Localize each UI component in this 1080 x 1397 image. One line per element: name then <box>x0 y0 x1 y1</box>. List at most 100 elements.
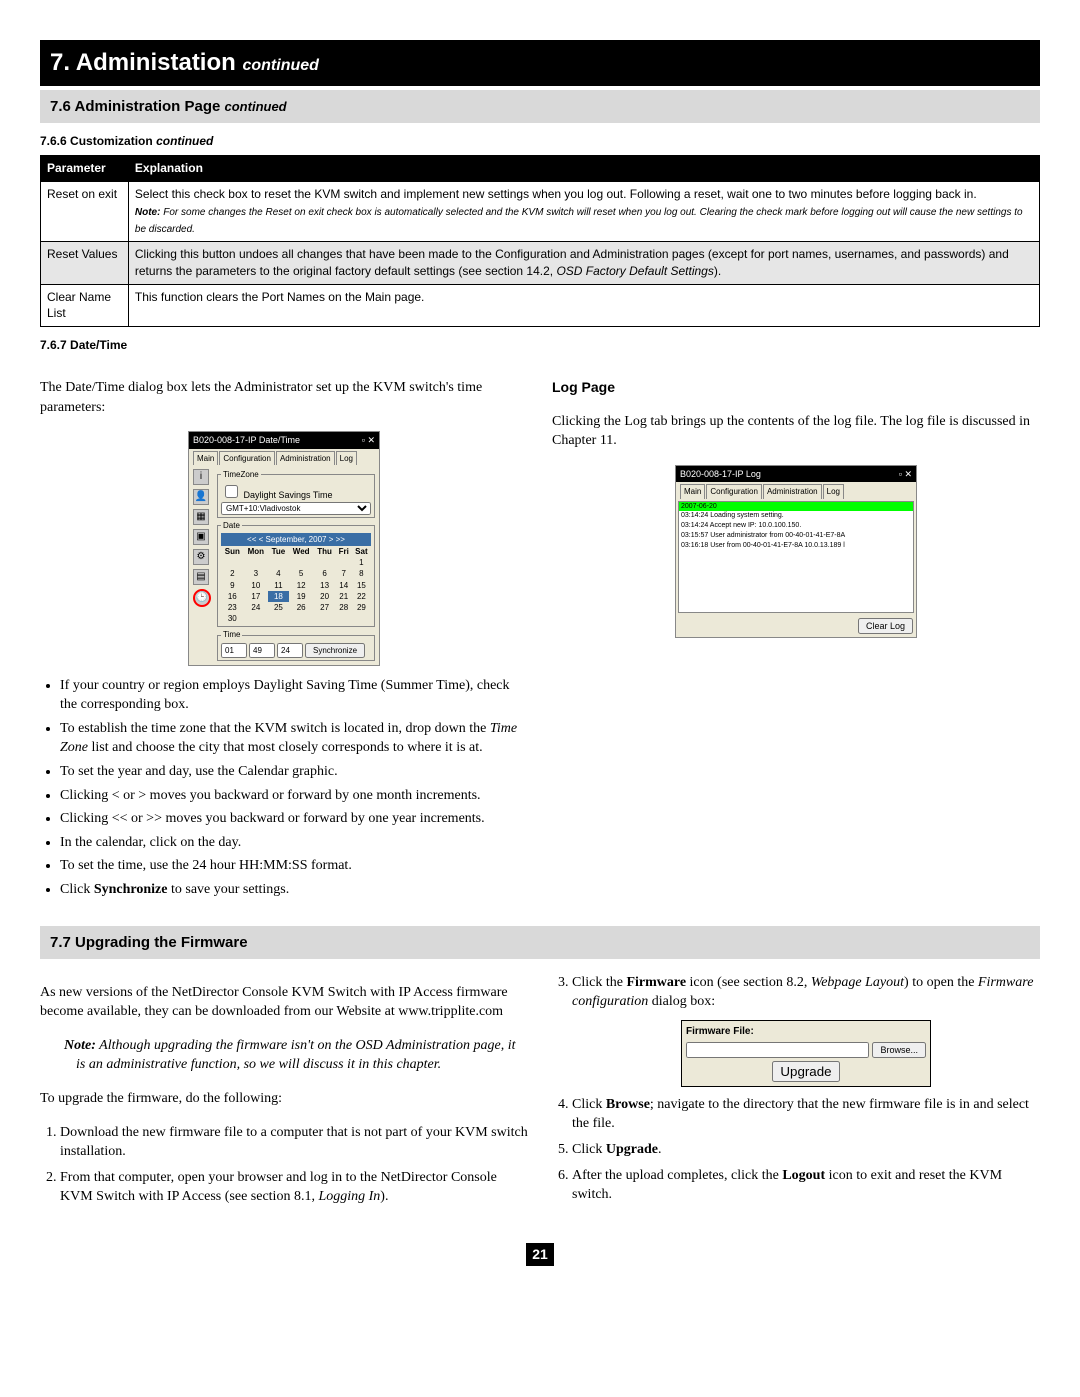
calendar-day[interactable]: 6 <box>314 568 336 579</box>
calendar-day[interactable]: 7 <box>336 568 352 579</box>
tab-log[interactable]: Log <box>336 451 357 465</box>
tab-configuration[interactable]: Configuration <box>706 484 762 498</box>
calendar-day[interactable]: 30 <box>221 613 244 624</box>
calendar-day[interactable]: 5 <box>289 568 314 579</box>
synchronize-button[interactable]: Synchronize <box>305 643 365 658</box>
dst-checkbox[interactable]: Daylight Savings Time <box>221 490 333 500</box>
info-icon[interactable]: i <box>193 469 209 485</box>
calendar-day[interactable]: 18 <box>268 591 289 602</box>
log-entry: 2007-06-20 <box>679 502 913 512</box>
calendar-day[interactable]: 23 <box>221 602 244 613</box>
log-column: Log Page Clicking the Log tab brings up … <box>552 364 1040 908</box>
time-mm[interactable] <box>249 643 275 658</box>
list-item: Clicking << or >> moves you backward or … <box>60 809 528 829</box>
calendar-day[interactable]: 27 <box>314 602 336 613</box>
param-cell: Reset on exit <box>41 182 129 242</box>
time-ss[interactable] <box>277 643 303 658</box>
log-dialog: B020-008-17-IP Log ▫ ✕ Main Configuratio… <box>675 465 917 638</box>
log-page-heading: Log Page <box>552 378 1040 398</box>
window-title: B020-008-17-IP Date/Time <box>193 434 300 447</box>
calendar-day <box>314 557 336 568</box>
list-item: If your country or region employs Daylig… <box>60 676 528 715</box>
cust-icon[interactable]: ⚙ <box>193 549 209 565</box>
calendar-day[interactable]: 17 <box>244 591 268 602</box>
upgrade-button[interactable]: Upgrade <box>772 1061 839 1082</box>
calendar-day[interactable]: 14 <box>336 580 352 591</box>
timezone-select[interactable]: GMT+10:Vladivostok <box>221 502 371 515</box>
table-row: Reset on exit Select this check box to r… <box>41 182 1040 242</box>
year-next[interactable]: >> <box>336 535 345 544</box>
calendar-day[interactable]: 4 <box>268 568 289 579</box>
calendar-day <box>289 613 314 624</box>
subsection-7-6-7: 7.6.7 Date/Time <box>40 337 1040 354</box>
tab-main[interactable]: Main <box>680 484 705 498</box>
firmware-file-input[interactable] <box>686 1042 869 1058</box>
tab-log[interactable]: Log <box>823 484 844 498</box>
param-cell: Reset Values <box>41 241 129 284</box>
calendar-day[interactable]: 22 <box>352 591 371 602</box>
calendar-day[interactable]: 16 <box>221 591 244 602</box>
list-item: Download the new firmware file to a comp… <box>60 1123 528 1162</box>
section-number: 7.7 <box>50 934 71 951</box>
calendar-day[interactable]: 25 <box>268 602 289 613</box>
tab-administration[interactable]: Administration <box>276 451 335 465</box>
calendar-day <box>268 557 289 568</box>
firmware-left-col: As new versions of the NetDirector Conso… <box>40 969 528 1213</box>
calendar-day[interactable]: 19 <box>289 591 314 602</box>
calendar-day[interactable]: 11 <box>268 580 289 591</box>
calendar-day[interactable]: 24 <box>244 602 268 613</box>
tab-configuration[interactable]: Configuration <box>219 451 275 465</box>
calendar-day[interactable]: 3 <box>244 568 268 579</box>
datetime-column: The Date/Time dialog box lets the Admini… <box>40 364 528 908</box>
year-prev[interactable]: << <box>247 535 256 544</box>
calendar-day[interactable]: 29 <box>352 602 371 613</box>
month-next[interactable]: > <box>329 535 334 544</box>
datetime-icon[interactable]: 🕒 <box>193 589 211 607</box>
clear-log-button[interactable]: Clear Log <box>858 618 913 634</box>
log-list: 2007-06-2003:14:24 Loading system settin… <box>678 501 914 613</box>
log-entry: 03:14:24 Loading system setting. <box>679 511 913 521</box>
tab-main[interactable]: Main <box>193 451 218 465</box>
calendar-day <box>244 613 268 624</box>
window-controls: ▫ ✕ <box>899 468 912 481</box>
chapter-number: 7. <box>50 49 70 76</box>
calendar-day[interactable]: 26 <box>289 602 314 613</box>
time-hh[interactable] <box>221 643 247 658</box>
security-icon[interactable]: ▣ <box>193 529 209 545</box>
subsection-7-6-6: 7.6.6 Customization continued <box>40 133 1040 150</box>
list-item: After the upload completes, click the Lo… <box>572 1166 1040 1205</box>
section-7-7-header: 7.7 Upgrading the Firmware <box>40 926 1040 959</box>
calendar-day <box>336 557 352 568</box>
net-icon[interactable]: ▦ <box>193 509 209 525</box>
calendar-day[interactable]: 15 <box>352 580 371 591</box>
calendar-day[interactable]: 8 <box>352 568 371 579</box>
calendar-day[interactable]: 1 <box>352 557 371 568</box>
calendar-day[interactable]: 10 <box>244 580 268 591</box>
calendar-day[interactable]: 13 <box>314 580 336 591</box>
month-prev[interactable]: < <box>259 535 264 544</box>
section-title: Upgrading the Firmware <box>75 934 248 951</box>
section-title: Administration Page <box>74 98 220 115</box>
table-row: Clear Name List This function clears the… <box>41 284 1040 327</box>
col-explanation: Explanation <box>128 156 1039 182</box>
user-icon[interactable]: 👤 <box>193 489 209 505</box>
calendar-day[interactable]: 12 <box>289 580 314 591</box>
calendar-day[interactable]: 28 <box>336 602 352 613</box>
log-icon[interactable]: ▤ <box>193 569 209 585</box>
tab-administration[interactable]: Administration <box>763 484 822 498</box>
chapter-title: Administation <box>76 49 236 76</box>
list-item: Click Synchronize to save your settings. <box>60 880 528 900</box>
list-item: From that computer, open your browser an… <box>60 1168 528 1207</box>
log-entry: 03:15:57 User administrator from 00-40-0… <box>679 531 913 541</box>
calendar-day[interactable]: 2 <box>221 568 244 579</box>
time-fieldset: Time Synchronize <box>217 629 375 660</box>
calendar-day[interactable]: 9 <box>221 580 244 591</box>
calendar[interactable]: SunMonTueWedThuFriSat 123456789101112131… <box>221 546 371 624</box>
calendar-day <box>268 613 289 624</box>
browse-button[interactable]: Browse... <box>872 1042 926 1058</box>
calendar-day <box>352 613 371 624</box>
list-item: To set the year and day, use the Calenda… <box>60 762 528 782</box>
log-entry: 03:16:18 User from 00-40-01-41-E7-8A 10.… <box>679 541 913 551</box>
calendar-day[interactable]: 20 <box>314 591 336 602</box>
calendar-day[interactable]: 21 <box>336 591 352 602</box>
